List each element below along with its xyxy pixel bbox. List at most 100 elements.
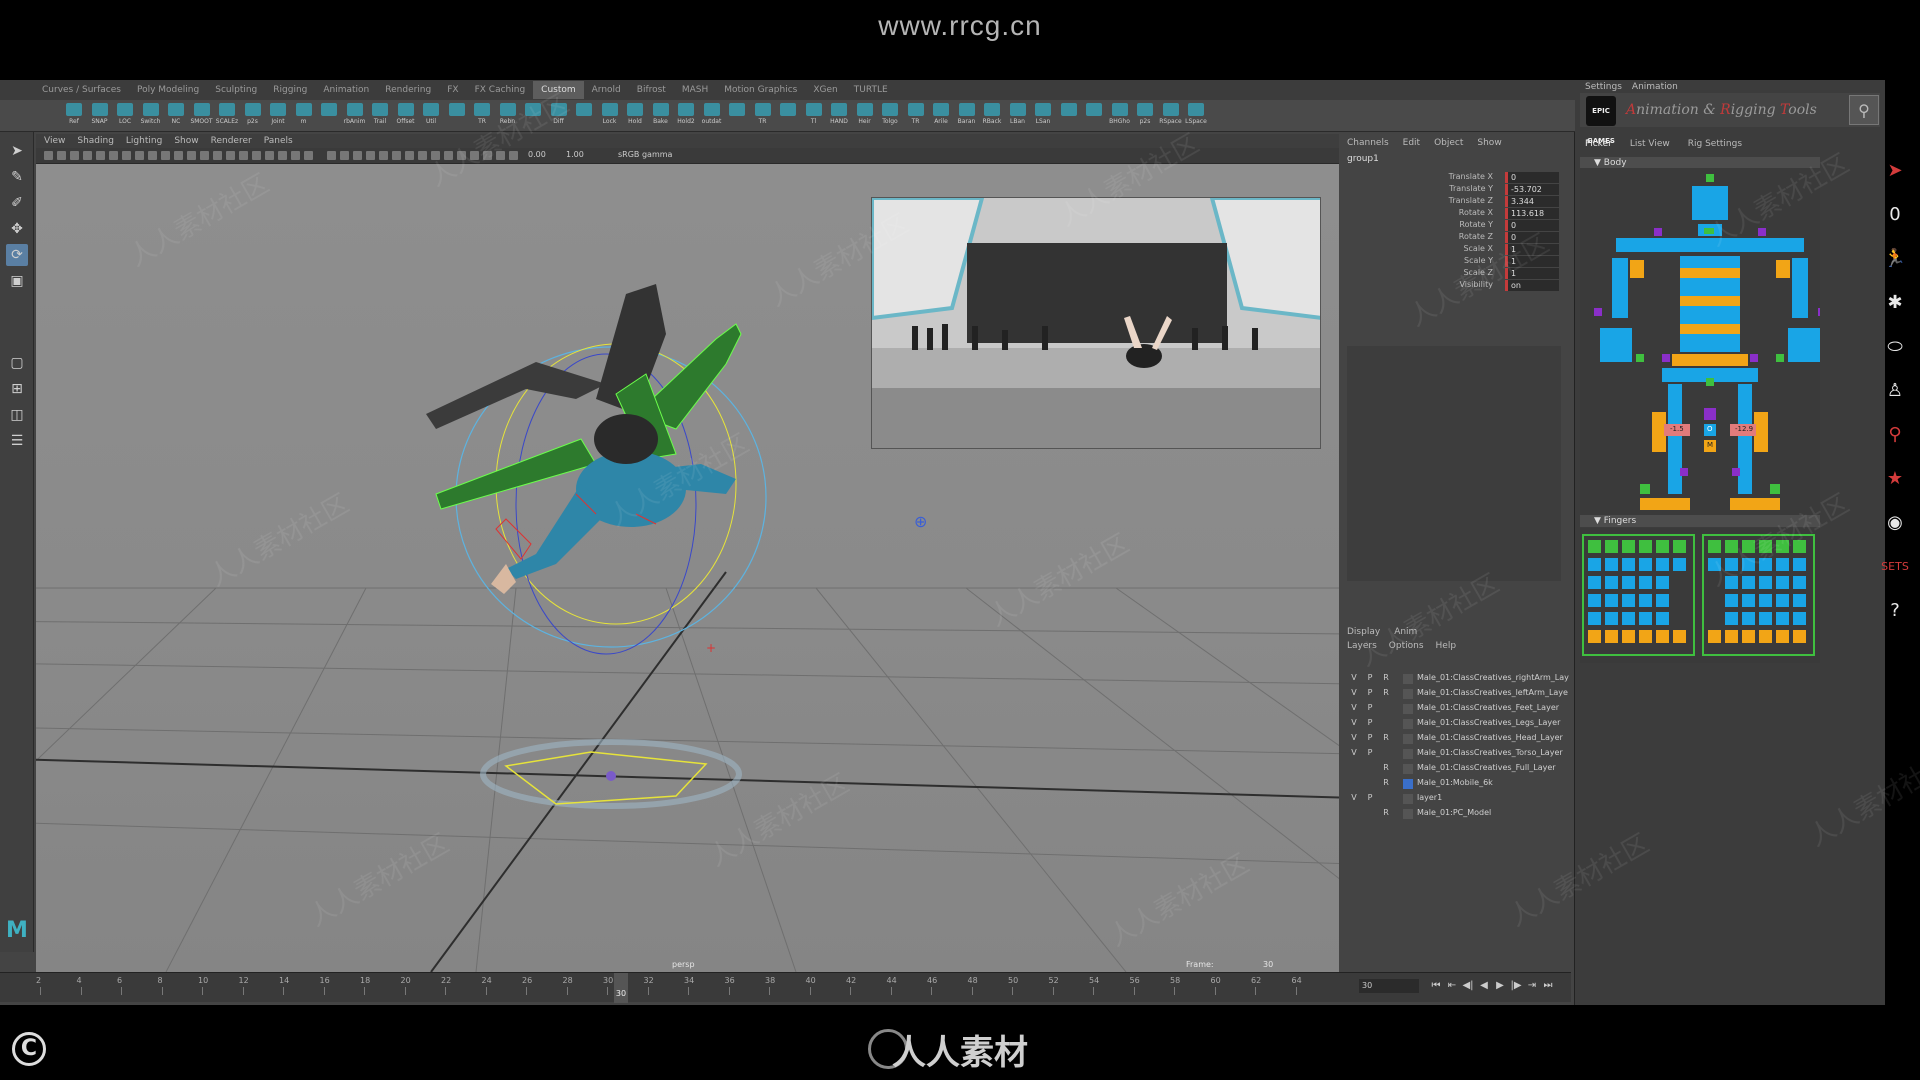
rig-tab[interactable]: Rig Settings — [1688, 139, 1742, 149]
attribute-value-field[interactable]: 1 — [1505, 256, 1559, 267]
shelf-button[interactable]: SNAP — [88, 103, 112, 129]
panel-tool-icon[interactable] — [57, 151, 66, 160]
finger-control[interactable] — [1605, 612, 1618, 625]
finger-control[interactable] — [1673, 594, 1686, 607]
layer-row[interactable]: V P Male_01:ClassCreatives_Legs_Layer — [1347, 717, 1561, 731]
right-hand-fingers[interactable] — [1702, 534, 1815, 656]
paint-tool-icon[interactable]: ✐ — [6, 192, 28, 214]
shelf-button[interactable] — [1082, 103, 1106, 129]
shelf-tab[interactable]: Bifrost — [629, 81, 674, 99]
layer-color-swatch[interactable] — [1403, 764, 1413, 774]
finger-control[interactable] — [1605, 576, 1618, 589]
select-tool-icon[interactable]: ➤ — [6, 140, 28, 162]
shelf-tab[interactable]: Custom — [533, 81, 584, 99]
layer-visibility-toggle[interactable]: V — [1349, 733, 1359, 742]
blade-icon[interactable]: ⬭ — [1879, 331, 1911, 363]
rig-tab[interactable]: List View — [1630, 139, 1670, 149]
layer-reference-toggle[interactable]: R — [1381, 673, 1391, 682]
layer-row[interactable]: V P R Male_01:ClassCreatives_leftArm_Laye — [1347, 687, 1568, 701]
layer-row[interactable]: R Male_01:PC_Model — [1347, 807, 1561, 821]
sets-icon[interactable]: SETS — [1879, 551, 1911, 583]
finger-control[interactable] — [1708, 576, 1721, 589]
panel-tool-icon[interactable] — [83, 151, 92, 160]
panel-tool-icon[interactable] — [252, 151, 261, 160]
shelf-button[interactable]: Baran — [955, 103, 979, 129]
panel-tool-icon[interactable] — [122, 151, 131, 160]
shelf-button[interactable] — [445, 103, 469, 129]
figure-icon[interactable]: ✱ — [1879, 287, 1911, 319]
shelf-button[interactable] — [317, 103, 341, 129]
finger-control[interactable] — [1622, 540, 1635, 553]
panel-tool-icon[interactable] — [44, 151, 53, 160]
finger-control[interactable] — [1725, 576, 1738, 589]
panel-tool-icon[interactable] — [379, 151, 388, 160]
pin-icon[interactable]: ⚲ — [1879, 419, 1911, 451]
shelf-tab[interactable]: Motion Graphics — [716, 81, 805, 99]
panel-menu-item[interactable]: Panels — [264, 136, 293, 146]
shelf-button[interactable]: Hold — [623, 103, 647, 129]
panel-tool-icon[interactable] — [431, 151, 440, 160]
finger-control[interactable] — [1776, 612, 1789, 625]
finger-control[interactable] — [1708, 540, 1721, 553]
shelf-button[interactable]: SMOOT — [190, 103, 214, 129]
character-rig[interactable] — [426, 284, 767, 655]
shelf-button[interactable]: NC — [164, 103, 188, 129]
finger-control[interactable] — [1588, 558, 1601, 571]
finger-control[interactable] — [1708, 594, 1721, 607]
panel-tool-icon[interactable] — [392, 151, 401, 160]
finger-control[interactable] — [1725, 594, 1738, 607]
rig-menu-item[interactable]: Animation — [1632, 82, 1678, 92]
finger-control[interactable] — [1656, 594, 1669, 607]
channel-box-menu-item[interactable]: Edit — [1403, 138, 1420, 148]
shelf-button[interactable]: Offset — [394, 103, 418, 129]
layer-color-swatch[interactable] — [1403, 689, 1413, 699]
human-icon[interactable]: ♙ — [1879, 375, 1911, 407]
shelf-button[interactable]: Rebn — [496, 103, 520, 129]
channel-box-menu-item[interactable]: Show — [1477, 138, 1501, 148]
panel-menu-item[interactable]: Renderer — [211, 136, 252, 146]
playhead[interactable]: 30 — [614, 973, 628, 1003]
panel-menu-item[interactable]: Show — [174, 136, 198, 146]
finger-control[interactable] — [1759, 594, 1772, 607]
finger-control[interactable] — [1639, 594, 1652, 607]
panel-tool-icon[interactable] — [200, 151, 209, 160]
finger-control[interactable] — [1605, 630, 1618, 643]
move-tool-icon[interactable]: ✥ — [6, 218, 28, 240]
layer-playback-toggle[interactable]: P — [1365, 718, 1375, 727]
shelf-tab[interactable]: Arnold — [584, 81, 629, 99]
scale-tool-icon[interactable]: ▣ — [6, 270, 28, 292]
go-to-end-icon[interactable]: ⏭ — [1541, 979, 1555, 993]
panel-tool-icon[interactable] — [291, 151, 300, 160]
layer-row[interactable]: V P R Male_01:ClassCreatives_Head_Layer — [1347, 732, 1563, 746]
finger-control[interactable] — [1742, 630, 1755, 643]
finger-control[interactable] — [1639, 558, 1652, 571]
layer-color-swatch[interactable] — [1403, 809, 1413, 819]
layer-reference-toggle[interactable]: R — [1381, 808, 1391, 817]
finger-control[interactable] — [1742, 558, 1755, 571]
layer-playback-toggle[interactable]: P — [1365, 673, 1375, 682]
layer-color-swatch[interactable] — [1403, 674, 1413, 684]
finger-control[interactable] — [1776, 540, 1789, 553]
shelf-button[interactable]: LOC — [113, 103, 137, 129]
shelf-button[interactable]: Util — [419, 103, 443, 129]
shelf-button[interactable]: LBan — [1006, 103, 1030, 129]
channel-attribute-row[interactable]: Scale X 1 — [1339, 244, 1559, 256]
select-arrow-icon[interactable]: ➤ — [1879, 155, 1911, 187]
panel-tool-icon[interactable] — [174, 151, 183, 160]
attribute-value-field[interactable]: 3.344 — [1505, 196, 1559, 207]
panel-tool-icon[interactable] — [340, 151, 349, 160]
panel-tool-icon[interactable] — [327, 151, 336, 160]
layout-quad-icon[interactable]: ⊞ — [6, 378, 28, 400]
panel-tool-icon[interactable] — [444, 151, 453, 160]
layer-playback-toggle[interactable]: P — [1365, 733, 1375, 742]
panel-tool-icon[interactable] — [226, 151, 235, 160]
panel-tool-icon[interactable] — [148, 151, 157, 160]
shelf-button[interactable]: p2s — [241, 103, 265, 129]
finger-control[interactable] — [1742, 612, 1755, 625]
finger-control[interactable] — [1759, 576, 1772, 589]
shelf-button[interactable] — [572, 103, 596, 129]
layer-playback-toggle[interactable]: P — [1365, 688, 1375, 697]
layer-color-swatch[interactable] — [1403, 794, 1413, 804]
layer-row[interactable]: R Male_01:ClassCreatives_Full_Layer — [1347, 762, 1561, 776]
layer-color-swatch[interactable] — [1403, 749, 1413, 759]
